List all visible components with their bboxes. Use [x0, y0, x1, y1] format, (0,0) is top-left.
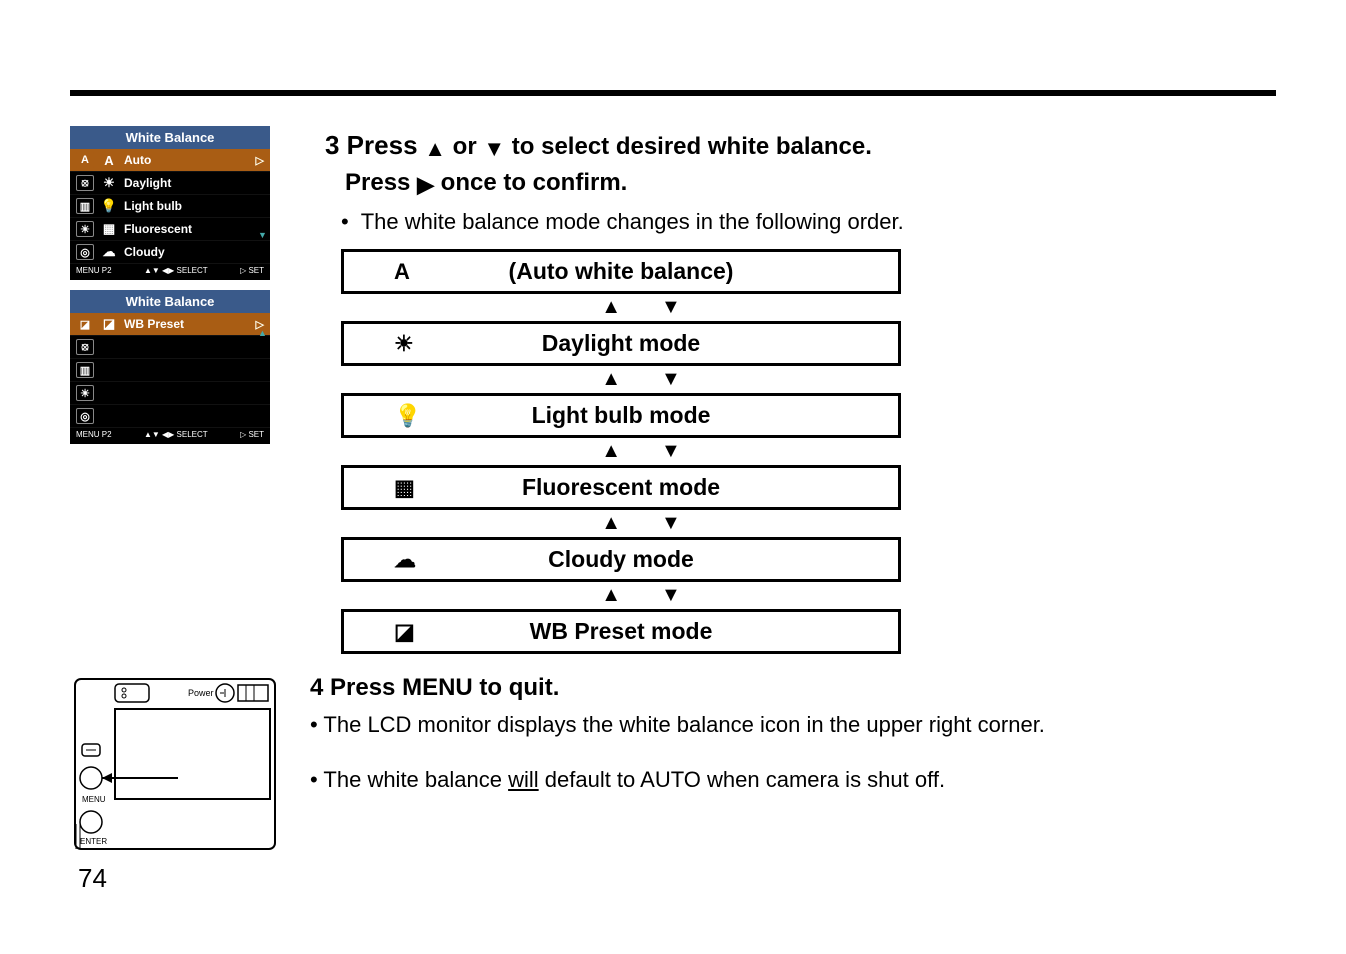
mode-arrows: ▲▼ [421, 512, 901, 537]
cell-icon: ⦻ [76, 175, 94, 191]
menu-item-empty: ▥ [70, 359, 270, 382]
mode-label: Daylight mode [542, 330, 700, 357]
cell-icon: ☀ [76, 385, 94, 401]
menu-item-lightbulb[interactable]: ▥ 💡 Light bulb [70, 195, 270, 218]
menu-button-label: MENU [82, 795, 106, 804]
horizontal-divider [70, 90, 1276, 96]
bulb-icon: 💡 [394, 403, 421, 429]
mode-arrows: ▲▼ [421, 368, 901, 393]
cloud-icon: ☁ [100, 244, 118, 260]
menu-label: Cloudy [124, 245, 264, 259]
footer-left: MENU P2 [76, 266, 112, 275]
step3-bullet: The white balance mode changes in the fo… [325, 209, 1276, 235]
mode-glyph-a: A [394, 259, 410, 285]
step3-line1-suffix: to select desired white balance. [512, 133, 872, 160]
power-label: Power [188, 688, 214, 698]
footer-mid: ▲▼ ◀▶ SELECT [144, 266, 208, 275]
down-arrow-icon: ▼ [483, 136, 505, 161]
footer-mid: ▲▼ ◀▶ SELECT [144, 430, 208, 439]
preset-icon: ◪ [100, 316, 118, 332]
menu-item-auto[interactable]: A A Auto ▷ [70, 149, 270, 172]
cell-icon: ▥ [76, 198, 94, 214]
cell-icon: ◎ [76, 408, 94, 424]
wb-menu-panel-1: White Balance A A Auto ▷ ⦻ ☀ Daylight ▥ … [70, 126, 270, 280]
mode-auto: A (Auto white balance) [341, 249, 901, 294]
menu-footer: MENU P2 ▲▼ ◀▶ SELECT ▷ SET [70, 264, 270, 277]
mode-lightbulb: 💡 Light bulb mode [341, 393, 901, 438]
step4-line1: • The LCD monitor displays the white bal… [310, 708, 1276, 741]
menu-item-cloudy[interactable]: ◎ ☁ Cloudy [70, 241, 270, 264]
menu-item-empty: ⦻ [70, 336, 270, 359]
wb-mode-sequence: A (Auto white balance) ▲▼ ☀ Daylight mod… [341, 249, 901, 654]
step4-line2: • The white balance will default to AUTO… [310, 763, 1276, 796]
menu-item-empty: ☀ [70, 382, 270, 405]
mode-label: WB Preset mode [530, 618, 713, 645]
mode-label: Fluorescent mode [522, 474, 720, 501]
mode-label: Light bulb mode [532, 402, 711, 429]
menu-item-empty: ◎ [70, 405, 270, 428]
menu-label: Light bulb [124, 199, 264, 213]
camera-back-diagram: Power MENU ENTER [70, 674, 280, 864]
bulb-icon: 💡 [100, 198, 118, 214]
step4-heading: 4 Press MENU to quit. [310, 674, 1276, 702]
or-text: or [453, 133, 477, 160]
cell-icon: ◎ [76, 244, 94, 260]
footer-left: MENU P2 [76, 430, 112, 439]
mode-fluorescent: ▦ Fluorescent mode [341, 465, 901, 510]
step-number: 3 Press [325, 130, 418, 160]
fluorescent-icon: ▦ [100, 221, 118, 237]
footer-right: ▷ SET [240, 430, 264, 439]
cell-icon: ⦻ [76, 339, 94, 355]
mode-label: (Auto white balance) [509, 258, 734, 285]
cell-icon: ◪ [76, 316, 94, 332]
cloud-icon: ☁ [394, 547, 416, 573]
chevron-right-icon: ▷ [256, 154, 264, 167]
step3-line2-suffix: once to confirm. [441, 169, 628, 196]
press-text: Press [345, 169, 410, 196]
menu-label: WB Preset [124, 317, 250, 331]
mode-label: Cloudy mode [548, 546, 694, 573]
mode-arrows: ▲▼ [421, 440, 901, 465]
cell-icon: ☀ [76, 221, 94, 237]
preset-icon: ◪ [394, 619, 415, 645]
sun-icon: ☀ [100, 175, 118, 191]
fluorescent-icon: ▦ [394, 475, 415, 501]
menu-title: White Balance [70, 290, 270, 313]
step3-heading: 3 Press ▲ or ▼ to select desired white b… [325, 126, 1276, 201]
mode-arrows: ▲▼ [421, 584, 901, 609]
menu-title: White Balance [70, 126, 270, 149]
menu-label: Daylight [124, 176, 264, 190]
cell-icon: ▥ [76, 362, 94, 378]
mode-wbpreset: ◪ WB Preset mode [341, 609, 901, 654]
menu-item-wbpreset[interactable]: ◪ ◪ WB Preset ▷ [70, 313, 270, 336]
mode-arrows: ▲▼ [421, 296, 901, 321]
wb-menu-panel-2: White Balance ◪ ◪ WB Preset ▷ ⦻ ▥ ☀ [70, 290, 270, 444]
menu-item-daylight[interactable]: ⦻ ☀ Daylight [70, 172, 270, 195]
menu-label: Fluorescent [124, 222, 264, 236]
sun-icon: ☀ [394, 331, 414, 357]
page-number: 74 [78, 863, 107, 894]
underlined-word: will [508, 767, 539, 792]
menu-label: Auto [124, 153, 250, 167]
footer-right: ▷ SET [240, 266, 264, 275]
menu-footer: MENU P2 ▲▼ ◀▶ SELECT ▷ SET [70, 428, 270, 441]
right-arrow-icon: ▶ [417, 172, 434, 197]
mode-daylight: ☀ Daylight mode [341, 321, 901, 366]
menu-item-fluorescent[interactable]: ☀ ▦ Fluorescent [70, 218, 270, 241]
cell-icon: A [76, 152, 94, 168]
enter-button-label: ENTER [80, 837, 107, 846]
mode-cloudy: ☁ Cloudy mode [341, 537, 901, 582]
scroll-up-icon: ▲ [258, 328, 268, 338]
scroll-down-icon: ▼ [258, 230, 268, 240]
up-arrow-icon: ▲ [424, 136, 446, 161]
wb-glyph: A [100, 153, 118, 168]
